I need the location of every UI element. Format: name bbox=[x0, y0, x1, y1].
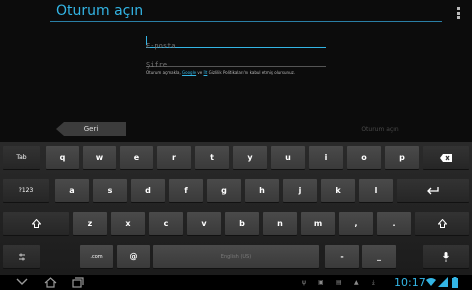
key-z[interactable]: z bbox=[73, 212, 107, 235]
key-s[interactable]: s bbox=[93, 179, 127, 202]
dotcom-label: .com bbox=[90, 253, 103, 260]
key-y[interactable]: y bbox=[233, 146, 267, 169]
hide-keyboard-icon[interactable] bbox=[16, 278, 28, 286]
key-q[interactable]: q bbox=[46, 146, 79, 169]
usb-icon: ψ bbox=[302, 279, 306, 286]
key-v[interactable]: v bbox=[187, 212, 221, 235]
shift-left-key[interactable] bbox=[3, 212, 69, 235]
legal-prefix: Oturum açmakla, bbox=[146, 70, 183, 75]
key-h[interactable]: h bbox=[245, 179, 279, 202]
dotcom-key[interactable]: .com bbox=[80, 245, 113, 268]
google-policy-link[interactable]: Google bbox=[182, 70, 196, 75]
backspace-key[interactable] bbox=[423, 146, 469, 169]
recent-apps-icon[interactable] bbox=[72, 277, 84, 288]
key-p[interactable]: p bbox=[385, 146, 419, 169]
key-m[interactable]: m bbox=[301, 212, 335, 235]
key-f[interactable]: f bbox=[169, 179, 203, 202]
text-caret bbox=[146, 36, 147, 45]
dash-key[interactable]: - bbox=[325, 245, 359, 268]
at-key[interactable]: @ bbox=[117, 245, 150, 268]
legal-text: Oturum açmakla, Google ve İlt Gizlilik P… bbox=[146, 70, 295, 75]
warning-icon: ▲ bbox=[354, 279, 359, 286]
page-title: Oturum açın bbox=[56, 3, 144, 19]
download-icon: ⤓ bbox=[372, 279, 375, 286]
signal-icon bbox=[438, 277, 448, 287]
key-period[interactable]: . bbox=[377, 212, 411, 235]
password-field-container bbox=[146, 52, 326, 72]
clock: 10:17 bbox=[394, 276, 426, 289]
numeric-key[interactable]: ?123 bbox=[3, 179, 49, 202]
keyboard-settings-key[interactable] bbox=[3, 245, 40, 268]
backspace-icon bbox=[440, 153, 452, 162]
key-w[interactable]: w bbox=[83, 146, 116, 169]
title-divider bbox=[50, 21, 442, 22]
nav-row: Geri Oturum açın bbox=[0, 120, 472, 140]
legal-mid: ve bbox=[196, 70, 204, 75]
enter-icon bbox=[427, 186, 439, 194]
key-g[interactable]: g bbox=[207, 179, 241, 202]
key-u[interactable]: u bbox=[271, 146, 305, 169]
key-comma[interactable]: , bbox=[339, 212, 373, 235]
wifi-icon bbox=[426, 278, 436, 286]
enter-key[interactable] bbox=[397, 179, 469, 202]
key-i[interactable]: i bbox=[309, 146, 343, 169]
key-x[interactable]: x bbox=[111, 212, 145, 235]
battery-icon bbox=[452, 277, 458, 288]
signin-button[interactable]: Oturum açın bbox=[348, 122, 412, 136]
key-j[interactable]: j bbox=[283, 179, 317, 202]
key-e[interactable]: e bbox=[120, 146, 153, 169]
shift-icon bbox=[31, 219, 41, 228]
system-bar: ψ ▣ ▤ ▲ ⤓ 10:17 bbox=[0, 275, 472, 290]
key-r[interactable]: r bbox=[157, 146, 191, 169]
key-o[interactable]: o bbox=[347, 146, 381, 169]
shift-icon bbox=[437, 219, 447, 228]
legal-suffix: Gizlilik Politikaları'nı kabul etmiş olu… bbox=[207, 70, 295, 75]
home-icon[interactable] bbox=[44, 277, 57, 288]
on-screen-keyboard: Tab q w e r t y u i o p ?123 a s d f g h… bbox=[0, 142, 472, 275]
shift-right-key[interactable] bbox=[415, 212, 469, 235]
email-field[interactable] bbox=[146, 39, 326, 53]
back-button[interactable]: Geri bbox=[56, 122, 126, 136]
space-key[interactable]: English (US) bbox=[153, 245, 319, 268]
tab-key[interactable]: Tab bbox=[3, 146, 40, 169]
key-n[interactable]: n bbox=[263, 212, 297, 235]
screenshot-icon: ▤ bbox=[336, 279, 342, 286]
key-c[interactable]: c bbox=[149, 212, 183, 235]
key-d[interactable]: d bbox=[131, 179, 165, 202]
key-b[interactable]: b bbox=[225, 212, 259, 235]
email-field-container bbox=[146, 33, 326, 53]
screenshot-icon: ▣ bbox=[318, 279, 324, 286]
key-t[interactable]: t bbox=[195, 146, 229, 169]
key-k[interactable]: k bbox=[321, 179, 355, 202]
key-a[interactable]: a bbox=[55, 179, 89, 202]
signin-screen: Oturum açın Oturum açmakla, Google ve İl… bbox=[0, 0, 472, 142]
underscore-key[interactable]: _ bbox=[362, 245, 396, 268]
mic-icon bbox=[443, 251, 449, 262]
overflow-menu-icon[interactable] bbox=[457, 7, 460, 19]
settings-icon bbox=[18, 253, 25, 260]
voice-input-key[interactable] bbox=[423, 245, 469, 268]
key-l[interactable]: l bbox=[359, 179, 393, 202]
